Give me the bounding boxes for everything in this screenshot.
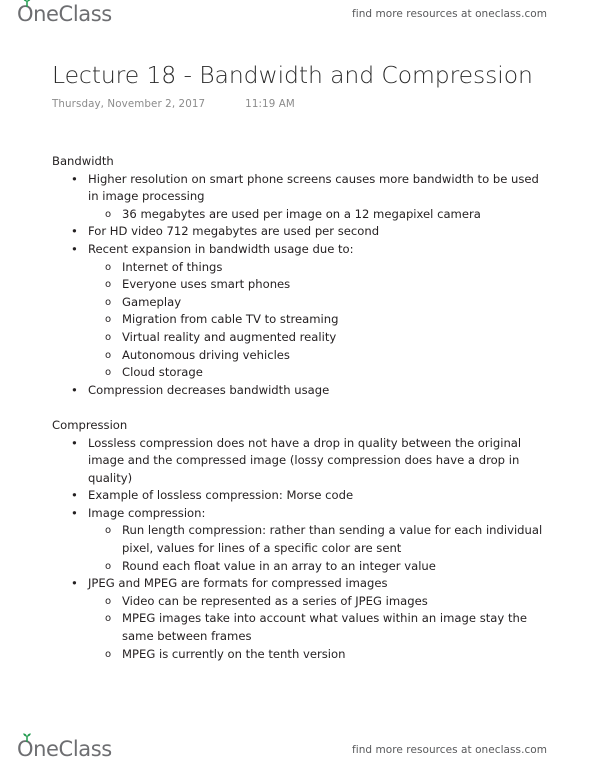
header-logo-text: OneClass (17, 2, 112, 26)
list-item-text: Image compression: (88, 505, 206, 520)
list-item: o Everyone uses smart phones (88, 276, 552, 294)
list-item-text: Lossless compression does not have a dro… (88, 435, 522, 485)
sub-bullet-marker-icon: o (105, 367, 112, 379)
bullet-list-level2: o Video can be represented as a series of… (88, 593, 552, 663)
list-item-text: Recent expansion in bandwidth usage due … (88, 241, 354, 256)
list-item-text: JPEG and MPEG are formats for compressed… (88, 576, 388, 591)
list-item: • Compression decreases bandwidth usage (52, 382, 552, 400)
bullet-list-level2: o Run length compression: rather than sen… (88, 522, 552, 575)
header-tagline: find more resources at oneclass.com (352, 8, 548, 20)
sub-bullet-marker-icon: o (105, 331, 112, 343)
list-item: • Image compression: o Run length compressi… (52, 505, 552, 575)
sub-bullet-marker-icon: o (105, 296, 112, 308)
bullet-marker-icon: • (71, 435, 78, 450)
list-item: o Run length compression: rather than sen… (88, 522, 552, 557)
footer-logo[interactable]: OneClass (17, 733, 112, 761)
document-meta: Thursday, November 2, 2017 11:19 AM (52, 98, 552, 110)
section-heading: Bandwidth (52, 154, 114, 168)
sub-bullet-marker-icon: o (105, 208, 112, 220)
bullet-marker-icon: • (71, 505, 78, 520)
list-item-text: Gameplay (122, 294, 182, 309)
list-item: o MPEG is currently on the tenth version (88, 646, 552, 664)
sub-bullet-marker-icon: o (105, 279, 112, 291)
sub-bullet-marker-icon: o (105, 560, 112, 572)
page-title: Lecture 18 - Bandwidth and Compression (52, 61, 533, 89)
list-item: o MPEG images take into account what valu… (88, 610, 552, 645)
oneclass-sprout-logo: OneClass (17, 0, 112, 26)
title-block: Lecture 18 - Bandwidth and Compression T… (52, 61, 552, 110)
list-item: • For HD video 712 megabytes are used per… (52, 223, 552, 241)
list-item: • Higher resolution on smart phone screen… (52, 171, 552, 224)
bullet-marker-icon: • (71, 241, 78, 256)
bullet-list-level1: • Higher resolution on smart phone screen… (52, 171, 552, 400)
list-item-text: Round each float value in an array to an… (122, 558, 436, 573)
list-item: o Internet of things (88, 259, 552, 277)
list-item: • Recent expansion in bandwidth usage due… (52, 241, 552, 382)
sub-bullet-marker-icon: o (105, 648, 112, 660)
list-item: • JPEG and MPEG are formats for compresse… (52, 575, 552, 663)
footer-logo-text: OneClass (17, 737, 112, 761)
notes-body: Bandwidth • Higher resolution on smart pho… (52, 153, 552, 663)
list-item: o Gameplay (88, 294, 552, 312)
list-item-text: Higher resolution on smart phone screens… (88, 171, 539, 204)
list-item: o Virtual reality and augmented reality (88, 329, 552, 347)
list-item-text: Example of lossless compression: Morse c… (88, 488, 354, 503)
list-item-text: For HD video 712 megabytes are used per … (88, 224, 380, 239)
list-item: o 36 megabytes are used per image on a 12… (88, 206, 552, 224)
list-item: o Cloud storage (88, 364, 552, 382)
list-item-text: Virtual reality and augmented reality (122, 329, 337, 344)
list-item-text: Run length compression: rather than send… (122, 523, 543, 556)
list-item-text: Internet of things (122, 259, 223, 274)
sub-bullet-marker-icon: o (105, 525, 112, 537)
notes-section: Compression • Lossless compression does no… (52, 417, 552, 663)
oneclass-sprout-logo: OneClass (17, 733, 112, 761)
sub-bullet-marker-icon: o (105, 261, 112, 273)
sub-bullet-marker-icon: o (105, 349, 112, 361)
list-item-text: Everyone uses smart phones (122, 277, 291, 292)
bullet-marker-icon: • (71, 488, 78, 503)
list-item: o Round each float value in an array to a… (88, 558, 552, 576)
bullet-marker-icon: • (71, 224, 78, 239)
list-item: • Lossless compression does not have a dr… (52, 435, 552, 488)
bullet-list-level1: • Lossless compression does not have a dr… (52, 435, 552, 664)
list-item-text: Compression decreases bandwidth usage (88, 382, 330, 397)
list-item-text: MPEG is currently on the tenth version (122, 646, 346, 661)
section-heading: Compression (52, 417, 128, 432)
list-item: o Autonomous driving vehicles (88, 347, 552, 365)
footer-tagline: find more resources at oneclass.com (352, 744, 548, 756)
bullet-list-level2: o 36 megabytes are used per image on a 12… (88, 206, 552, 224)
list-item: • Example of lossless compression: Morse … (52, 487, 552, 505)
document-date: Thursday, November 2, 2017 (52, 97, 206, 110)
header-logo[interactable]: OneClass (17, 0, 112, 26)
list-item-text: Autonomous driving vehicles (122, 347, 290, 362)
list-item: o Video can be represented as a series of… (88, 593, 552, 611)
list-item-text: Migration from cable TV to streaming (122, 312, 339, 327)
bullet-marker-icon: • (71, 576, 78, 591)
document-time: 11:19 AM (245, 97, 295, 110)
list-item-text: 36 megabytes are used per image on a 12 … (122, 206, 481, 221)
bullet-list-level2: o Internet of things o Everyone uses smart … (88, 259, 552, 382)
list-item-text: MPEG images take into account what value… (122, 611, 527, 644)
sub-bullet-marker-icon: o (105, 314, 112, 326)
list-item-text: Cloud storage (122, 365, 203, 380)
sub-bullet-marker-icon: o (105, 595, 112, 607)
bullet-marker-icon: • (71, 382, 78, 397)
list-item-text: Video can be represented as a series of … (122, 593, 428, 608)
sub-bullet-marker-icon: o (105, 613, 112, 625)
notes-section: Bandwidth • Higher resolution on smart pho… (52, 153, 552, 399)
bullet-marker-icon: • (71, 171, 78, 186)
list-item: o Migration from cable TV to streaming (88, 311, 552, 329)
